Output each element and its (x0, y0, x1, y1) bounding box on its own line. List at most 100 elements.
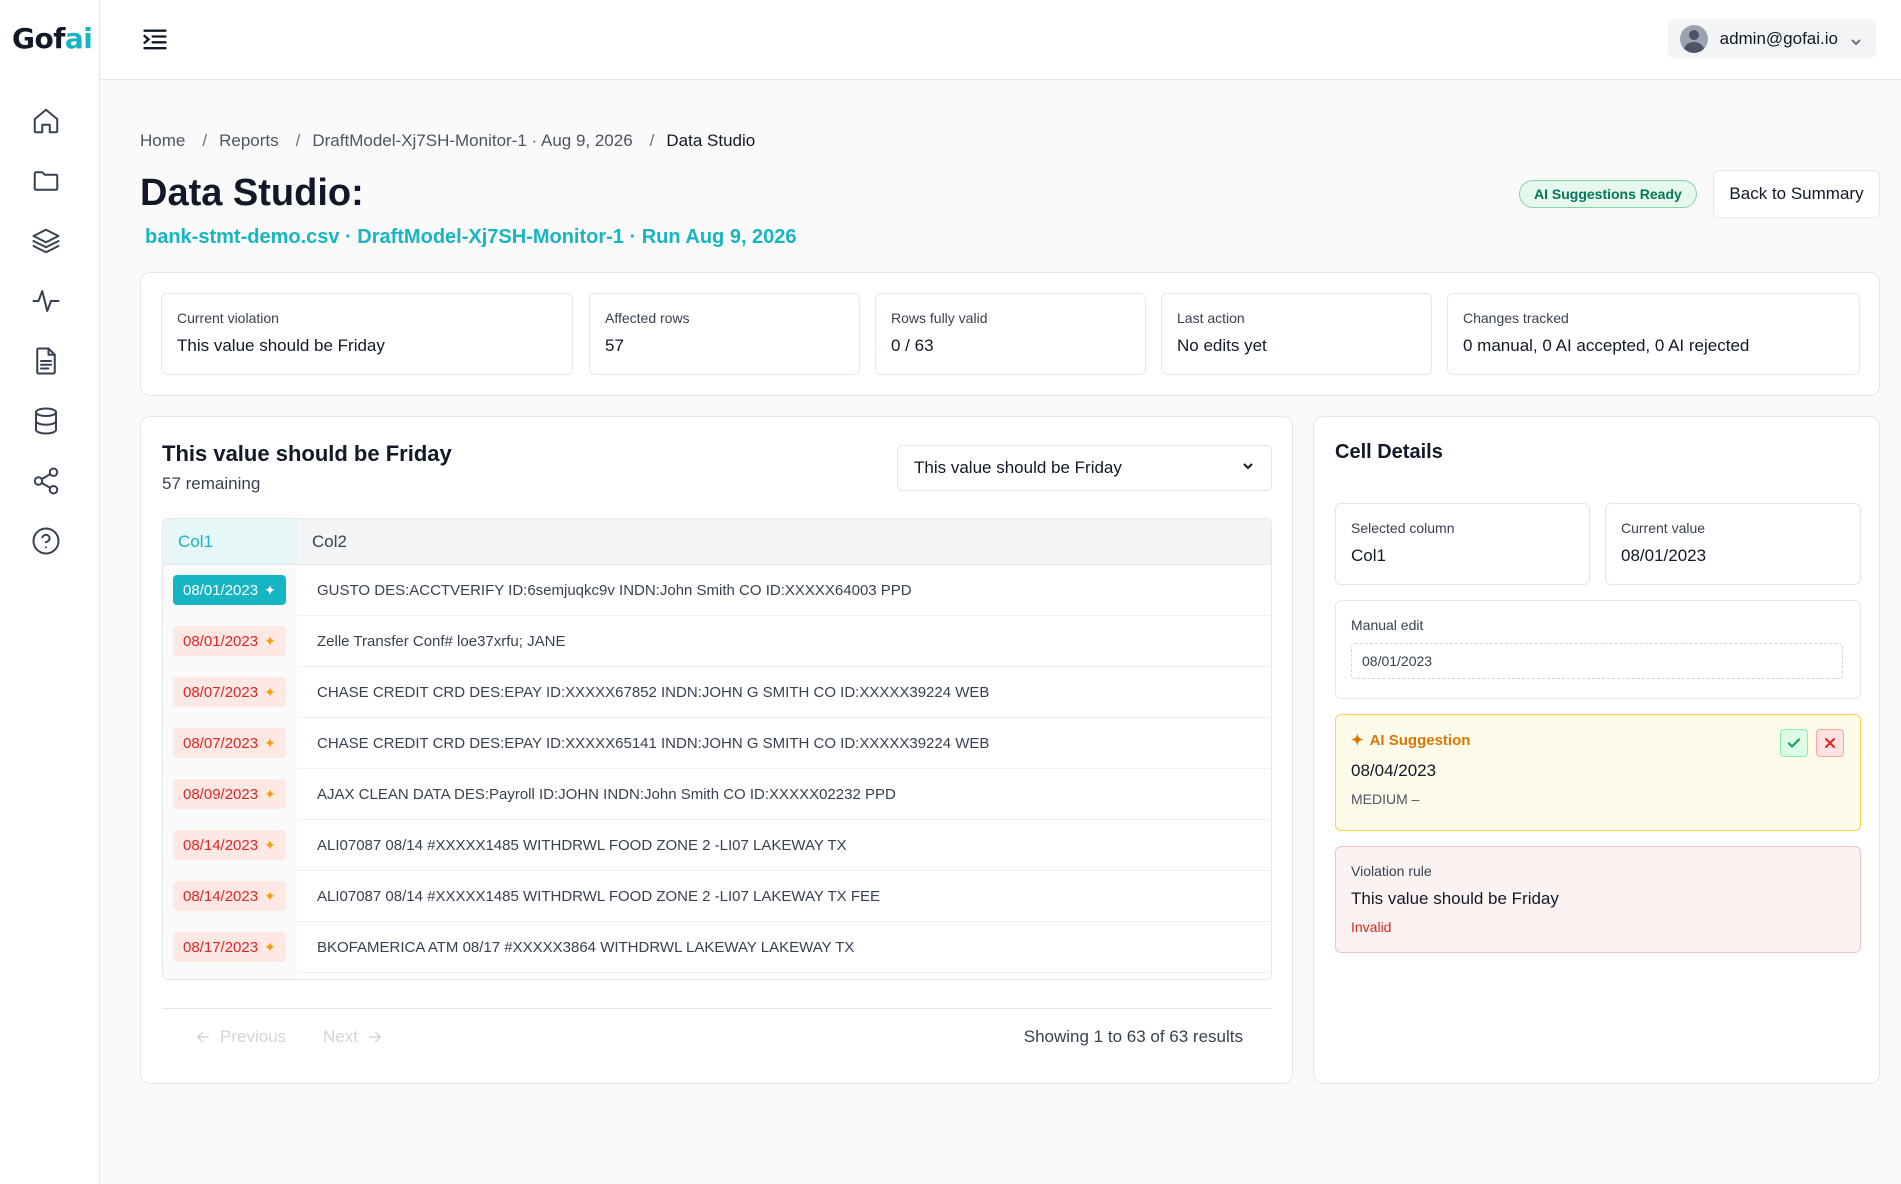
date-cell[interactable]: 08/14/2023 ✦ (173, 830, 286, 860)
cell-col2[interactable]: AJAX CLEAN DATA DES:Payroll ID:JOHN INDN… (297, 786, 1271, 803)
cell-col2[interactable]: GUSTO DES:ACCTVERIFY ID:6semjuqkc9v INDN… (297, 582, 1271, 599)
database-icon[interactable] (30, 405, 62, 437)
date-cell[interactable]: 08/17/2023 ✦ (173, 932, 286, 962)
sidebar: Gofai (0, 0, 100, 1184)
previous-button[interactable]: Previous (194, 1027, 286, 1047)
arrow-right-icon (368, 1031, 381, 1043)
date-value: 08/01/2023 (183, 632, 259, 650)
breadcrumb-separator: / (202, 131, 208, 150)
home-icon[interactable] (30, 105, 62, 137)
current-value-label: Current value (1621, 520, 1706, 536)
cell-col1: 08/01/2023 ✦ (163, 564, 297, 616)
document-icon[interactable] (30, 345, 62, 377)
page-title: Data Studio: (140, 172, 364, 214)
sparkle-icon: ✦ (264, 734, 276, 751)
sparkle-icon: ✦ (264, 683, 276, 700)
sparkle-icon: ✦ (1351, 732, 1364, 749)
date-cell[interactable]: 08/09/2023 ✦ (173, 779, 286, 809)
table-row[interactable]: 08/14/2023 ✦ ALI07087 08/14 #XXXXX1485 WIT… (163, 870, 1271, 922)
table-row[interactable]: 08/14/2023 ✦ ALI07087 08/14 #XXXXX1485 WIT… (163, 819, 1271, 871)
date-cell[interactable]: 08/01/2023 ✦ (173, 626, 286, 656)
sidebar-toggle-icon[interactable] (141, 26, 169, 54)
cell-col2[interactable]: CHASE CREDIT CRD DES:EPAY ID:XXXXX65141 … (297, 735, 1271, 752)
selected-column-value: Col1 (1351, 546, 1386, 565)
cell-col2[interactable]: ALI07087 08/14 #XXXXX1485 WITHDRWL FOOD … (297, 888, 1271, 905)
next-button[interactable]: Next (323, 1027, 384, 1047)
chevron-down-icon (1241, 458, 1255, 478)
breadcrumb-reports[interactable]: Reports (219, 131, 279, 151)
ai-suggestions-badge: AI Suggestions Ready (1519, 180, 1697, 208)
violation-rule-card: Violation rule This value should be Frid… (1335, 846, 1861, 953)
breadcrumb-current: Data Studio (666, 131, 756, 150)
ai-suggestion-value: 08/04/2023 (1351, 761, 1437, 780)
back-to-summary-button[interactable]: Back to Summary (1713, 170, 1880, 218)
remaining-count: 57 remaining (162, 474, 261, 493)
cell-details-title: Cell Details (1335, 441, 1443, 463)
table-row[interactable]: 08/07/2023 ✦ CHASE CREDIT CRD DES:EPAY ID:… (163, 717, 1271, 769)
stat-current-violation: Current violation This value should be F… (161, 293, 573, 375)
accept-suggestion-button[interactable] (1780, 729, 1808, 757)
stat-label: Last action (1177, 310, 1245, 326)
sparkle-icon: ✦ (264, 581, 276, 598)
cell-col2[interactable]: Zelle Transfer Conf# loe37xrfu; JANE (297, 633, 1271, 650)
gofai-logo[interactable]: Gofai (12, 22, 93, 55)
breadcrumb-home[interactable]: Home (140, 131, 185, 151)
date-cell[interactable]: 08/14/2023 ✦ (173, 881, 286, 911)
cell-col2[interactable]: CHASE CREDIT CRD DES:EPAY ID:XXXXX67852 … (297, 684, 1271, 701)
violations-title: This value should be Friday (162, 441, 452, 466)
date-value: 08/01/2023 (183, 581, 259, 599)
stat-label: Rows fully valid (891, 310, 988, 326)
close-icon (1825, 738, 1835, 748)
arrow-left-icon (197, 1031, 209, 1043)
date-value: 08/07/2023 (183, 734, 259, 752)
manual-edit-input[interactable] (1351, 643, 1843, 679)
previous-label: Previous (220, 1027, 287, 1046)
cell-col2[interactable]: BKOFAMERICA ATM 08/17 #XXXXX3864 WITHDRW… (297, 939, 1271, 956)
user-menu[interactable]: admin@gofai.io (1667, 19, 1876, 59)
share-icon[interactable] (30, 465, 62, 497)
stat-label: Affected rows (605, 310, 690, 326)
stat-label: Changes tracked (1463, 310, 1569, 326)
stat-value: This value should be Friday (177, 336, 385, 355)
rule-select[interactable]: This value should be Friday (897, 445, 1272, 491)
table-row[interactable]: 08/01/2023 ✦ GUSTO DES:ACCTVERIFY ID:6semj… (163, 564, 1271, 616)
date-cell[interactable]: 08/01/2023 ✦ (173, 575, 286, 605)
page-subtitle: bank-stmt-demo.csv · DraftModel-Xj7SH-Mo… (145, 226, 797, 248)
stat-value: 57 (605, 336, 624, 355)
violation-rule-value: This value should be Friday (1351, 889, 1559, 908)
column-header-col2[interactable]: Col2 (297, 519, 1271, 564)
date-cell[interactable]: 08/07/2023 ✦ (173, 677, 286, 707)
cell-col1: 08/14/2023 ✦ (163, 870, 297, 922)
stat-affected-rows: Affected rows 57 (589, 293, 860, 375)
table-row[interactable]: 08/17/2023 ✦ BKOFAMERICA ATM 08/17 #XXXXX3… (163, 921, 1271, 973)
cell-col2[interactable]: ALI07087 08/14 #XXXXX1485 WITHDRWL FOOD … (297, 837, 1271, 854)
breadcrumb-model[interactable]: DraftModel-Xj7SH-Monitor-1 · Aug 9, 2026 (312, 131, 632, 151)
cell-col1 (163, 972, 297, 979)
table-row[interactable]: 08/07/2023 ✦ CHASE CREDIT CRD DES:EPAY ID:… (163, 666, 1271, 718)
selected-column-card: Selected column Col1 (1335, 503, 1590, 585)
date-cell[interactable]: 08/07/2023 ✦ (173, 728, 286, 758)
sparkle-icon: ✦ (264, 938, 276, 955)
ai-suggestion-card: ✦ AI Suggestion 08/04/2023 MEDIUM – (1335, 714, 1861, 831)
cell-col1: 08/07/2023 ✦ (163, 666, 297, 718)
column-header-col1[interactable]: Col1 (163, 519, 297, 564)
avatar (1679, 25, 1708, 53)
table-row[interactable]: 08/01/2023 ✦ Zelle Transfer Conf# loe37xrf… (163, 615, 1271, 667)
date-value: 08/07/2023 (183, 683, 259, 701)
sparkle-icon: ✦ (264, 632, 276, 649)
cell-col1: 08/14/2023 ✦ (163, 819, 297, 871)
violation-rule-label: Violation rule (1351, 863, 1432, 879)
layers-icon[interactable] (30, 225, 62, 257)
activity-icon[interactable] (30, 285, 62, 317)
sparkle-icon: ✦ (264, 785, 276, 802)
cell-col1: 08/17/2023 ✦ (163, 921, 297, 973)
help-icon[interactable] (30, 525, 62, 557)
cell-col1: 08/09/2023 ✦ (163, 768, 297, 820)
reject-suggestion-button[interactable] (1816, 729, 1844, 757)
cell-col1: 08/07/2023 ✦ (163, 717, 297, 769)
folder-icon[interactable] (30, 165, 62, 197)
cell-details-panel: Cell Details Selected column Col1 Curren… (1313, 416, 1880, 1084)
ai-suggestion-label: AI Suggestion (1369, 731, 1471, 749)
table-row[interactable]: 08/09/2023 ✦ AJAX CLEAN DATA DES:Payroll I… (163, 768, 1271, 820)
grid-header: Col1 Col2 (163, 519, 1271, 565)
